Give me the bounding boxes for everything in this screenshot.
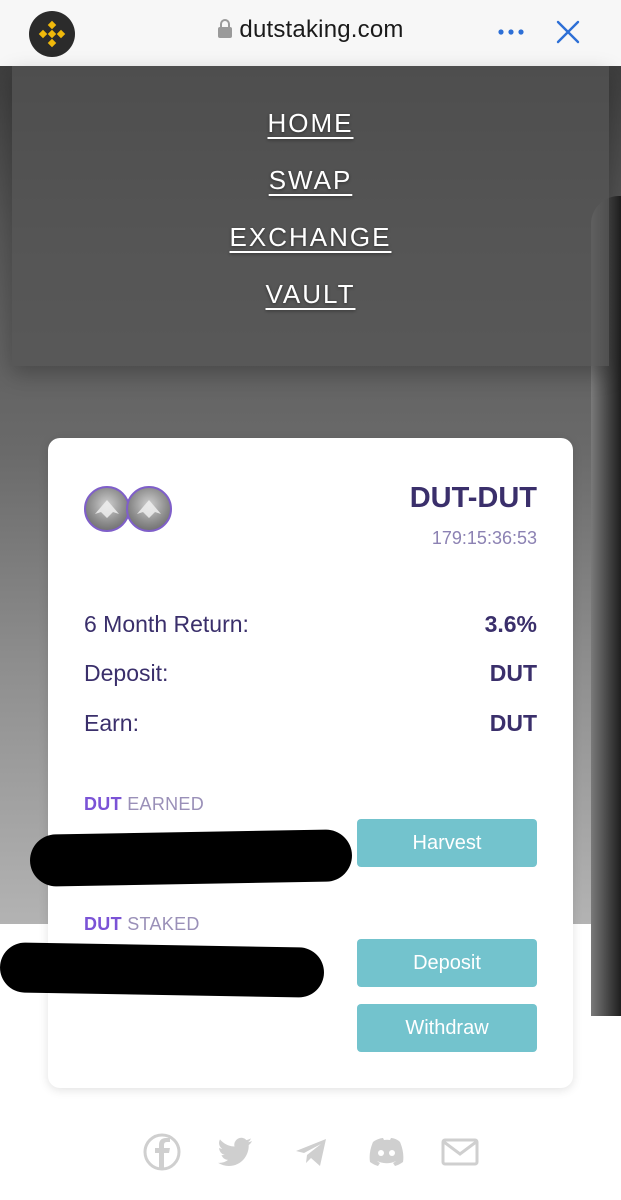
redacted-staked-amount [0, 942, 325, 998]
dut-token-icon [84, 486, 130, 532]
pool-timer: 179:15:36:53 [431, 528, 537, 548]
redacted-earned-amount [29, 829, 353, 887]
return-value: 3.6% [484, 611, 537, 637]
nav-link-vault[interactable]: VAULT [0, 279, 621, 310]
pool-pair-title: DUT-DUT [409, 482, 537, 514]
facebook-icon[interactable] [142, 1132, 182, 1172]
withdraw-button[interactable]: Withdraw [357, 1004, 537, 1052]
staked-label: STAKED [127, 914, 200, 934]
harvest-button[interactable]: Harvest [357, 819, 537, 867]
return-label: 6 Month Return: [84, 611, 249, 637]
nav-link-swap[interactable]: SWAP [0, 165, 621, 196]
mail-icon[interactable] [440, 1132, 480, 1172]
discord-icon[interactable] [366, 1132, 406, 1172]
earned-token: DUT [84, 794, 122, 814]
browser-bar: dutstaking.com [0, 0, 621, 67]
staked-token: DUT [84, 914, 122, 934]
deposit-label: Deposit: [84, 660, 169, 686]
close-icon[interactable] [556, 20, 580, 44]
deposit-value: DUT [489, 660, 537, 686]
telegram-icon[interactable] [292, 1132, 332, 1172]
lock-icon [217, 18, 233, 46]
twitter-icon[interactable] [216, 1132, 256, 1172]
staked-section-label: DUT STAKED [84, 914, 200, 935]
earned-label: EARNED [127, 794, 205, 814]
token-pair-icons [84, 486, 176, 536]
dut-token-icon [126, 486, 172, 532]
more-icon[interactable] [494, 20, 528, 44]
nav-link-exchange[interactable]: EXCHANGE [0, 222, 621, 253]
url-text: dutstaking.com [239, 16, 404, 43]
earn-label: Earn: [84, 710, 139, 736]
earned-section-label: DUT EARNED [84, 794, 204, 815]
earn-value: DUT [489, 710, 537, 736]
deposit-button[interactable]: Deposit [357, 939, 537, 987]
social-links [0, 1132, 621, 1182]
nav-link-home[interactable]: HOME [0, 108, 621, 139]
